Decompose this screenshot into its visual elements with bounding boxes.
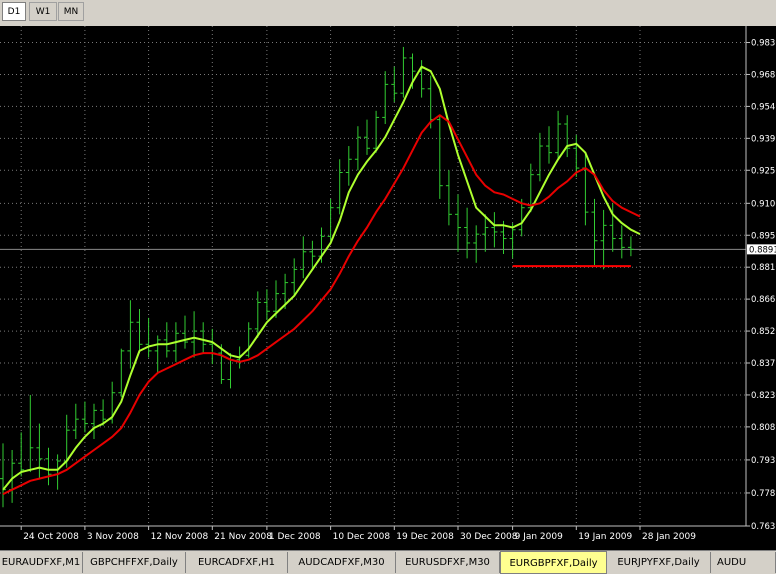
ohlc-bar [491,212,498,248]
chart-tab[interactable]: GBPCHFFXF,Daily [83,552,186,573]
candle-series [0,46,634,508]
y-tick-label: 0.9830 [751,39,776,49]
ohlc-bar [464,207,471,259]
y-tick-label: 0.8810 [751,263,776,273]
x-tick-label: 28 Jan 2009 [642,532,696,542]
ohlc-bar [200,322,207,354]
chart-tab-bar: EURAUDFXF,M1 GBPCHFFXF,Daily EURCADFXF,H… [0,550,776,574]
ohlc-bar [400,46,407,98]
ohlc-bar [36,423,43,479]
y-tick-label: 0.8955 [751,231,776,241]
y-tick-label: 0.7785 [751,489,776,499]
ohlc-bar [291,258,298,296]
timeframe-toolbar: D1 W1 MN [0,0,776,24]
price-chart[interactable]: 0.9830 0.9685 0.9540 0.9395 0.9250 0.9100 0.89… [0,26,776,550]
timeframe-d1-button[interactable]: D1 [2,2,26,21]
x-tick-label: 21 Nov 2008 [214,532,272,542]
ohlc-bar [555,110,562,160]
ohlc-bar [91,403,97,439]
y-tick-label: 0.9395 [751,134,776,144]
x-tick-label: 3 Nov 2008 [87,532,139,542]
ohlc-bar [582,152,589,226]
chart-tab[interactable]: AUDCADFXF,M30 [288,552,396,573]
chart-grid [0,26,746,527]
y-tick-label: 0.7935 [751,456,776,466]
ohlc-bar [163,322,170,358]
ohlc-bar [391,66,398,102]
ohlc-bar [27,394,34,473]
ohlc-bar [436,115,443,199]
moving-average-series [2,65,641,496]
y-tick-label: 0.8230 [751,391,776,401]
ohlc-bar [618,225,625,259]
ohlc-bar [327,198,334,241]
y-tick-label: 0.8665 [751,295,776,305]
x-tick-label: 19 Dec 2008 [396,532,454,542]
ohlc-bar [354,126,361,171]
ohlc-bar [54,454,61,490]
ohlc-bar [118,348,125,398]
ohlc-bar [336,159,343,215]
timeframe-w1-button[interactable]: W1 [29,2,57,21]
chart-tab-active[interactable]: EURGBPFXF,Daily [500,551,607,574]
y-tick-label: 0.9685 [751,70,776,80]
ohlc-bar [627,236,634,257]
x-tick-label: 24 Oct 2008 [23,532,79,542]
fast-ma-line [2,65,641,491]
x-tick-label: 10 Dec 2008 [333,532,391,542]
chart-tab[interactable]: EURAUDFXF,M1 [0,552,83,573]
price-chart-canvas[interactable]: 0.9830 0.9685 0.9540 0.9395 0.9250 0.9100 0.89… [0,26,776,550]
x-tick-label: 1 Dec 2008 [269,532,321,542]
ohlc-bar [536,132,543,182]
chart-axes: 0.9830 0.9685 0.9540 0.9395 0.9250 0.9100 0.89… [0,26,776,542]
y-tick-label: 0.8085 [751,423,776,433]
ohlc-bar [263,289,270,321]
y-tick-label: 0.8375 [751,359,776,369]
ohlc-bar [0,443,6,508]
ohlc-bar [18,432,25,477]
ohlc-bar [81,401,88,433]
chart-tab[interactable]: AUDU [711,552,776,573]
y-tick-label: 0.8520 [751,327,776,337]
ohlc-bar [209,328,216,365]
ohlc-bar [154,335,161,373]
ohlc-bar [482,214,489,252]
chart-tab[interactable]: EURCADFXF,H1 [186,552,288,573]
ohlc-bar [473,225,480,263]
ohlc-bar [145,317,152,358]
ohlc-bar [72,403,79,439]
ohlc-bar [345,146,352,186]
timeframe-mn-button[interactable]: MN [58,2,84,21]
chart-tab[interactable]: EURUSDFXF,M30 [396,552,500,573]
ohlc-bar [300,236,307,279]
ohlc-bar [382,71,389,125]
y-tick-label: 0.7635 [751,522,776,532]
y-tick-label: 0.9540 [751,102,776,112]
ohlc-bar [546,126,552,164]
x-tick-label: 19 Jan 2009 [578,532,632,542]
ohlc-bar [600,209,607,270]
ohlc-bar [245,322,252,358]
slow-ma-line [2,114,641,496]
ohlc-bar [127,300,134,369]
ohlc-bar [191,311,198,358]
ohlc-bar [45,447,52,486]
y-tick-label: 0.9250 [751,166,776,176]
ohlc-bar [182,315,188,349]
x-tick-label: 12 Nov 2008 [151,532,209,542]
chart-tab[interactable]: EURJPYFXF,Daily [607,552,711,573]
ohlc-bar [364,119,370,155]
ohlc-bar [591,198,598,265]
ohlc-bar [445,170,452,226]
current-price-label: 0.8891 [749,245,776,255]
x-tick-label: 9 Jan 2009 [515,532,563,542]
y-tick-label: 0.9100 [751,199,776,209]
ohlc-bar [136,309,143,354]
x-tick-label: 30 Dec 2008 [460,532,518,542]
